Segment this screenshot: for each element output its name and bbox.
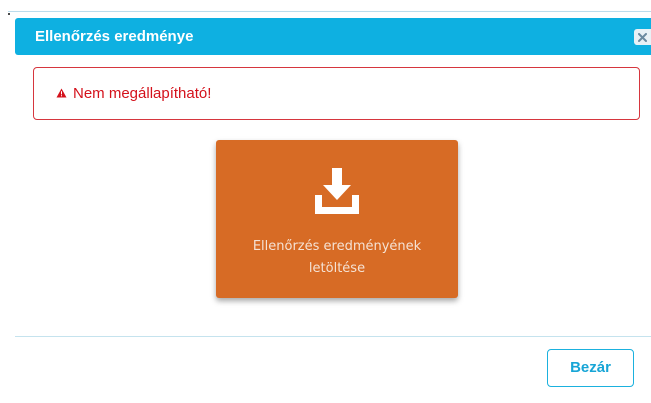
download-result-button[interactable]: Ellenőrzés eredményének letöltése bbox=[216, 140, 458, 298]
alert-message: Nem megállapítható! bbox=[73, 85, 212, 102]
close-button[interactable]: Bezár bbox=[547, 349, 634, 387]
dialog-titlebar: Ellenőrzés eredménye bbox=[15, 18, 651, 55]
top-border-line bbox=[8, 11, 651, 12]
download-label: Ellenőrzés eredményének letöltése bbox=[226, 236, 448, 280]
footer-separator bbox=[15, 336, 651, 337]
download-label-line2: letöltése bbox=[308, 261, 366, 276]
download-tray-icon bbox=[315, 168, 359, 214]
error-alert: Nem megállapítható! bbox=[33, 67, 640, 120]
dialog-title: Ellenőrzés eredménye bbox=[35, 28, 194, 45]
close-x-icon bbox=[638, 33, 647, 42]
download-label-line1: Ellenőrzés eredményének bbox=[252, 239, 422, 254]
corner-dot bbox=[8, 13, 10, 15]
result-dialog: Ellenőrzés eredménye Nem megállapítható!… bbox=[15, 18, 651, 403]
dialog-close-button[interactable] bbox=[634, 29, 651, 45]
warning-triangle-icon bbox=[56, 88, 67, 98]
